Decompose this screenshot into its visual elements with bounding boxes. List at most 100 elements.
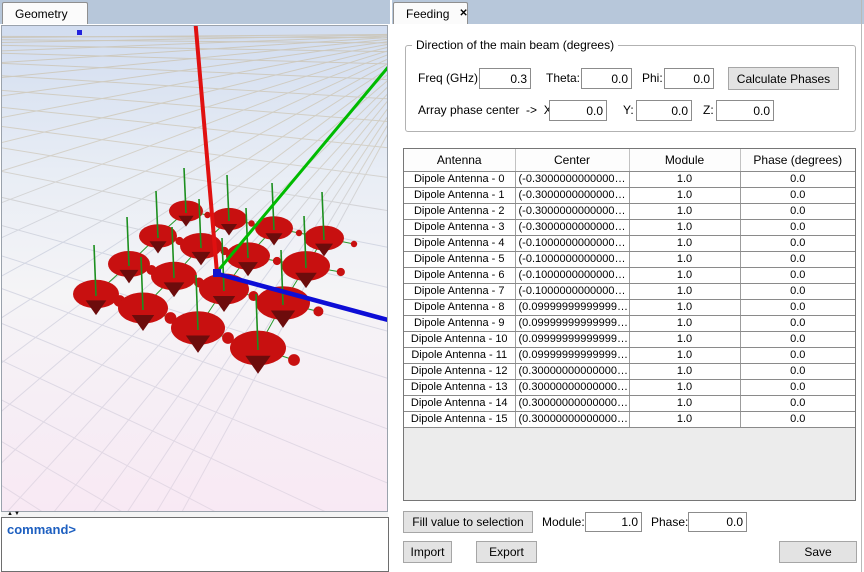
table-cell[interactable]: 1.0 [629,331,740,347]
phase-center-y-input[interactable] [636,100,692,121]
table-cell[interactable]: 0.0 [740,347,855,363]
table-cell[interactable]: (-0.3000000000000… [515,187,629,203]
phase-center-x-input[interactable] [549,100,607,121]
calculate-phases-button[interactable]: Calculate Phases [728,67,839,90]
table-cell[interactable]: (0.09999999999999… [515,299,629,315]
table-cell[interactable]: Dipole Antenna - 3 [404,219,515,235]
table-cell[interactable]: 1.0 [629,251,740,267]
table-cell[interactable]: 0.0 [740,219,855,235]
table-cell[interactable]: (0.09999999999999… [515,315,629,331]
table-row[interactable]: Dipole Antenna - 9(0.09999999999999…1.00… [404,315,855,331]
table-cell[interactable]: Dipole Antenna - 10 [404,331,515,347]
fill-value-button[interactable]: Fill value to selection [403,511,533,533]
table-cell[interactable]: 0.0 [740,251,855,267]
table-cell[interactable]: (0.30000000000000… [515,363,629,379]
table-cell[interactable]: 1.0 [629,219,740,235]
antenna-table[interactable]: Antenna Center Module Phase (degrees) Di… [403,148,856,501]
table-cell[interactable]: 0.0 [740,171,855,187]
table-row[interactable]: Dipole Antenna - 11(0.09999999999999…1.0… [404,347,855,363]
tab-geometry[interactable]: Geometry [2,2,88,24]
table-cell[interactable]: (0.30000000000000… [515,379,629,395]
export-button[interactable]: Export [476,541,537,563]
table-cell[interactable]: (-0.3000000000000… [515,203,629,219]
table-cell[interactable]: 1.0 [629,171,740,187]
table-cell[interactable]: 0.0 [740,411,855,427]
theta-input[interactable] [581,68,632,89]
table-row[interactable]: Dipole Antenna - 3(-0.3000000000000…1.00… [404,219,855,235]
table-cell[interactable]: Dipole Antenna - 4 [404,235,515,251]
table-row[interactable]: Dipole Antenna - 13(0.30000000000000…1.0… [404,379,855,395]
table-cell[interactable]: Dipole Antenna - 9 [404,315,515,331]
table-cell[interactable]: 0.0 [740,299,855,315]
table-cell[interactable]: Dipole Antenna - 13 [404,379,515,395]
table-cell[interactable]: 1.0 [629,235,740,251]
tab-feeding[interactable]: Feeding ✕ [393,2,468,24]
table-cell[interactable]: Dipole Antenna - 7 [404,283,515,299]
table-cell[interactable]: 1.0 [629,299,740,315]
save-button[interactable]: Save [779,541,857,563]
table-row[interactable]: Dipole Antenna - 7(-0.1000000000000…1.00… [404,283,855,299]
table-cell[interactable]: Dipole Antenna - 6 [404,267,515,283]
table-row[interactable]: Dipole Antenna - 15(0.30000000000000…1.0… [404,411,855,427]
table-cell[interactable]: 1.0 [629,379,740,395]
table-cell[interactable]: (-0.1000000000000… [515,251,629,267]
table-cell[interactable]: (0.09999999999999… [515,347,629,363]
table-cell[interactable]: Dipole Antenna - 1 [404,187,515,203]
import-button[interactable]: Import [403,541,452,563]
close-icon[interactable]: ✕ [459,9,467,19]
table-cell[interactable]: (-0.3000000000000… [515,219,629,235]
phi-input[interactable] [664,68,714,89]
table-cell[interactable]: 1.0 [629,315,740,331]
table-cell[interactable]: Dipole Antenna - 15 [404,411,515,427]
table-cell[interactable]: 1.0 [629,267,740,283]
phase-center-z-input[interactable] [716,100,774,121]
table-row[interactable]: Dipole Antenna - 8(0.09999999999999…1.00… [404,299,855,315]
table-cell[interactable]: (-0.1000000000000… [515,235,629,251]
table-cell[interactable]: 0.0 [740,379,855,395]
table-cell[interactable]: Dipole Antenna - 11 [404,347,515,363]
table-row[interactable]: Dipole Antenna - 12(0.30000000000000…1.0… [404,363,855,379]
freq-input[interactable] [479,68,531,89]
table-cell[interactable]: 0.0 [740,395,855,411]
column-header-phase[interactable]: Phase (degrees) [740,149,855,171]
table-cell[interactable]: 1.0 [629,363,740,379]
table-row[interactable]: Dipole Antenna - 4(-0.1000000000000…1.00… [404,235,855,251]
table-cell[interactable]: (0.30000000000000… [515,411,629,427]
column-header-module[interactable]: Module [629,149,740,171]
table-cell[interactable]: Dipole Antenna - 0 [404,171,515,187]
table-cell[interactable]: (0.30000000000000… [515,395,629,411]
table-cell[interactable]: 1.0 [629,203,740,219]
table-cell[interactable]: (0.09999999999999… [515,331,629,347]
column-header-antenna[interactable]: Antenna [404,149,515,171]
footer-module-input[interactable] [585,512,642,532]
table-row[interactable]: Dipole Antenna - 0(-0.3000000000000…1.00… [404,171,855,187]
table-cell[interactable]: 0.0 [740,187,855,203]
table-row[interactable]: Dipole Antenna - 1(-0.3000000000000…1.00… [404,187,855,203]
table-cell[interactable]: Dipole Antenna - 5 [404,251,515,267]
table-cell[interactable]: 0.0 [740,283,855,299]
table-cell[interactable]: 0.0 [740,267,855,283]
command-console[interactable]: command> [1,517,389,572]
table-cell[interactable]: 0.0 [740,331,855,347]
table-cell[interactable]: Dipole Antenna - 2 [404,203,515,219]
footer-phase-input[interactable] [688,512,747,532]
table-cell[interactable]: 1.0 [629,395,740,411]
table-cell[interactable]: 1.0 [629,187,740,203]
table-cell[interactable]: 0.0 [740,235,855,251]
table-cell[interactable]: Dipole Antenna - 12 [404,363,515,379]
table-cell[interactable]: (-0.1000000000000… [515,283,629,299]
table-row[interactable]: Dipole Antenna - 10(0.09999999999999…1.0… [404,331,855,347]
column-header-center[interactable]: Center [515,149,629,171]
table-row[interactable]: Dipole Antenna - 6(-0.1000000000000…1.00… [404,267,855,283]
table-cell[interactable]: 1.0 [629,411,740,427]
geometry-3d-viewport[interactable] [1,25,388,512]
table-cell[interactable]: (-0.3000000000000… [515,171,629,187]
table-row[interactable]: Dipole Antenna - 5(-0.1000000000000…1.00… [404,251,855,267]
table-cell[interactable]: (-0.1000000000000… [515,267,629,283]
table-cell[interactable]: Dipole Antenna - 8 [404,299,515,315]
table-cell[interactable]: 1.0 [629,283,740,299]
table-cell[interactable]: Dipole Antenna - 14 [404,395,515,411]
table-row[interactable]: Dipole Antenna - 2(-0.3000000000000…1.00… [404,203,855,219]
table-row[interactable]: Dipole Antenna - 14(0.30000000000000…1.0… [404,395,855,411]
table-cell[interactable]: 0.0 [740,203,855,219]
